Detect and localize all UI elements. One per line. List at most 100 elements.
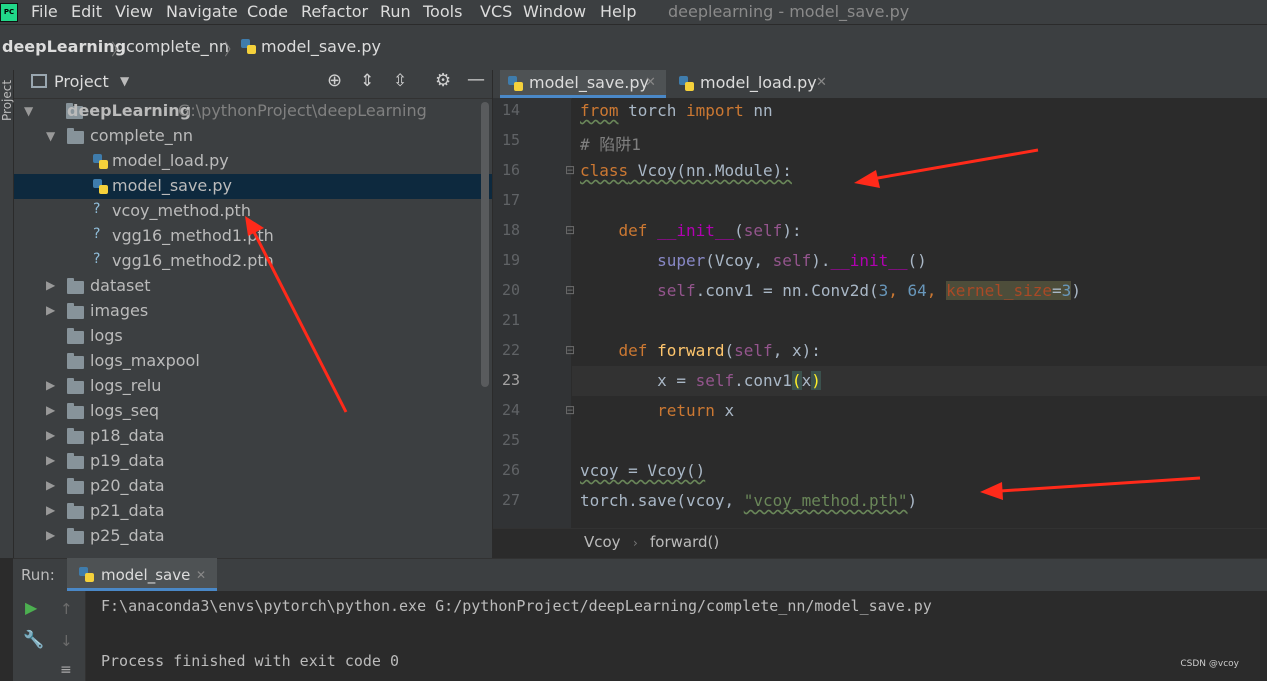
wrench-icon[interactable]: 🔧: [23, 630, 44, 650]
tree-row-selected[interactable]: model_save.py: [14, 174, 492, 199]
minimize-icon[interactable]: —: [467, 69, 485, 90]
menu-vcs[interactable]: VCS: [480, 2, 512, 21]
code-text: .conv1 = nn.Conv2d(: [695, 281, 879, 300]
breadcrumb-class[interactable]: Vcoy: [584, 533, 621, 551]
chevron-down-icon[interactable]: ▼: [24, 104, 33, 118]
gear-icon[interactable]: ⚙: [435, 70, 451, 91]
fold-marker-icon[interactable]: ⊟: [565, 283, 575, 297]
menu-code[interactable]: Code: [247, 2, 288, 21]
arrow-down-icon[interactable]: ↓: [60, 632, 73, 650]
chevron-right-icon[interactable]: ▶: [46, 503, 55, 517]
code-text: ): [907, 491, 918, 510]
fold-marker-icon[interactable]: ⊟: [565, 223, 575, 237]
folder-icon: [67, 503, 84, 519]
fold-marker-icon[interactable]: ⊟: [565, 163, 575, 177]
tree-row[interactable]: ▶ images: [14, 299, 492, 324]
tree-row[interactable]: ▶ p21_data: [14, 499, 492, 524]
code-param: kernel_size: [946, 281, 1053, 300]
folder-icon: [67, 278, 84, 294]
breadcrumb-function[interactable]: forward(): [650, 533, 719, 551]
breadcrumb-file[interactable]: model_save.py: [261, 37, 381, 56]
menu-refactor[interactable]: Refactor: [301, 2, 368, 21]
tab-model-save[interactable]: model_save.py ✕: [500, 70, 666, 98]
tree-row[interactable]: logs: [14, 324, 492, 349]
unknown-file-icon: ?: [93, 201, 101, 217]
menu-window[interactable]: Window: [523, 2, 586, 21]
chevron-right-icon: ›: [633, 536, 638, 550]
chevron-down-icon[interactable]: ▼: [46, 129, 55, 143]
menu-edit[interactable]: Edit: [71, 2, 102, 21]
fold-marker-icon[interactable]: ⊟: [565, 403, 575, 417]
line-number: 15: [501, 131, 520, 149]
tree-scrollbar[interactable]: [481, 102, 489, 387]
fold-marker-icon[interactable]: ⊟: [565, 343, 575, 357]
tree-row[interactable]: ? vgg16_method2.pth: [14, 249, 492, 274]
code-line: from torch import nn: [580, 101, 773, 120]
breadcrumb-folder[interactable]: complete_nn: [126, 37, 229, 56]
tree-row[interactable]: ? vgg16_method1.pth: [14, 224, 492, 249]
folder-icon: [67, 378, 84, 394]
chevron-right-icon[interactable]: ▶: [46, 528, 55, 542]
collapse-all-icon[interactable]: ⇳: [393, 71, 407, 91]
code-keyword: import: [685, 101, 744, 120]
line-number: 19: [501, 251, 520, 269]
folder-icon: [67, 453, 84, 469]
close-icon[interactable]: ✕: [816, 75, 827, 90]
tree-row[interactable]: model_load.py: [14, 149, 492, 174]
line-number: 25: [501, 431, 520, 449]
menu-file[interactable]: File: [31, 2, 58, 21]
tree-item-label: vcoy_method.pth: [112, 201, 251, 220]
close-icon[interactable]: ✕: [645, 75, 656, 90]
tree-item-label: vgg16_method2.pth: [112, 251, 274, 270]
menu-tools[interactable]: Tools: [423, 2, 462, 21]
menu-navigate[interactable]: Navigate: [166, 2, 238, 21]
tree-item-label: complete_nn: [90, 126, 194, 145]
rerun-play-icon[interactable]: ▶: [25, 598, 37, 617]
expand-all-icon[interactable]: ⇕: [360, 71, 374, 91]
tree-row[interactable]: ▶ logs_seq: [14, 399, 492, 424]
tree-row[interactable]: ▶ dataset: [14, 274, 492, 299]
code-line: # 陷阱1: [580, 131, 641, 155]
chevron-right-icon[interactable]: ▶: [46, 478, 55, 492]
arrow-up-icon[interactable]: ↑: [60, 600, 73, 618]
code-builtin: super: [657, 251, 706, 270]
line-number: 26: [501, 461, 520, 479]
tree-row[interactable]: logs_maxpool: [14, 349, 492, 374]
tree-row[interactable]: ? vcoy_method.pth: [14, 199, 492, 224]
tree-row[interactable]: ▶ p25_data: [14, 524, 492, 549]
project-panel-title[interactable]: Project: [54, 72, 109, 91]
soft-wrap-icon[interactable]: ≡: [60, 662, 72, 678]
menu-run[interactable]: Run: [380, 2, 411, 21]
python-file-icon: [508, 76, 523, 91]
line-number-current: 23: [501, 371, 520, 389]
chevron-right-icon[interactable]: ▶: [46, 453, 55, 467]
code-number: 3: [878, 281, 889, 300]
code-function: forward: [657, 341, 725, 360]
tree-row[interactable]: ▼ complete_nn: [14, 124, 492, 149]
chevron-right-icon[interactable]: ▶: [46, 303, 55, 317]
project-tool-button[interactable]: Project: [0, 73, 14, 121]
tree-row[interactable]: ▶ logs_relu: [14, 374, 492, 399]
chevron-right-icon[interactable]: ▶: [46, 278, 55, 292]
menu-view[interactable]: View: [115, 2, 153, 21]
tree-row[interactable]: ▶ p19_data: [14, 449, 492, 474]
tree-row[interactable]: ▶ p18_data: [14, 424, 492, 449]
chevron-right-icon[interactable]: ▶: [46, 403, 55, 417]
tree-item-label: logs_relu: [90, 376, 162, 395]
folder-icon: [67, 428, 84, 444]
code-keyword: return: [657, 401, 715, 420]
chevron-right-icon[interactable]: ▶: [46, 378, 55, 392]
chevron-right-icon[interactable]: ▶: [46, 428, 55, 442]
tab-model-load[interactable]: model_load.py ✕: [672, 70, 838, 98]
menu-help[interactable]: Help: [600, 2, 636, 21]
breadcrumb-project[interactable]: deepLearning: [2, 37, 126, 56]
folder-icon: [67, 478, 84, 494]
code-number: 3: [1061, 281, 1072, 300]
close-icon[interactable]: ✕: [196, 568, 206, 582]
tree-item-label: p19_data: [90, 451, 165, 470]
tree-row[interactable]: ▶ p20_data: [14, 474, 492, 499]
folder-icon: [67, 403, 84, 419]
chevron-down-icon[interactable]: ▼: [120, 74, 129, 88]
code-comment: # 陷阱1: [580, 135, 641, 154]
locate-file-icon[interactable]: ⊕: [327, 70, 342, 91]
